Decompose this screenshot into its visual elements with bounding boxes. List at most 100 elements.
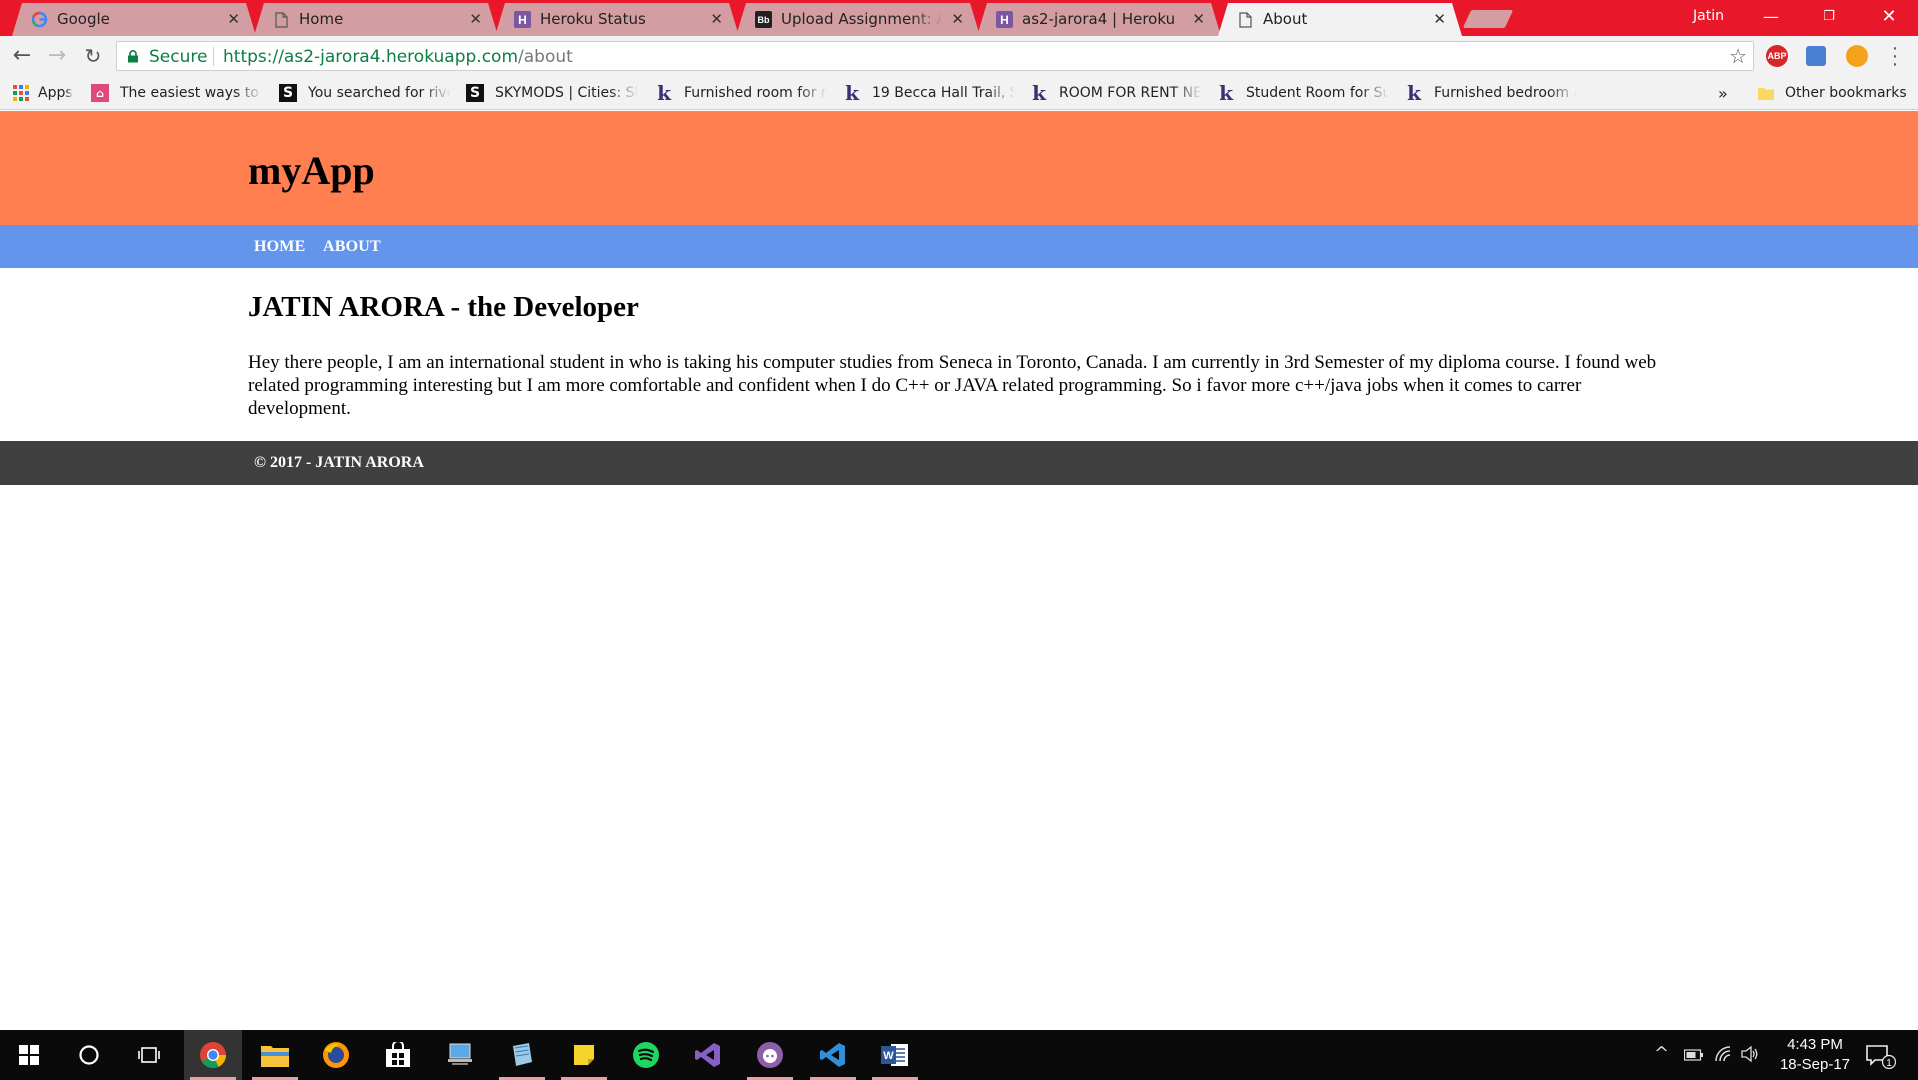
bookmark-item[interactable]: ⌂ The easiest ways to a	[91, 82, 263, 104]
taskbar-clock[interactable]: 4:43 PM 18-Sep-17	[1770, 1035, 1860, 1075]
bookmark-label: Apps	[38, 85, 73, 101]
tab-about[interactable]: About ✕	[1218, 3, 1462, 36]
github-desktop-icon[interactable]	[741, 1030, 799, 1080]
task-view-icon[interactable]	[120, 1030, 178, 1080]
browser-toolbar: ← → ↻ Secure https://as2-jarora4.herokua…	[0, 36, 1918, 76]
browser-titlebar: Google ✕ Home ✕ H Heroku Status ✕ Bb Upl…	[0, 0, 1918, 36]
bookmark-label: Furnished room for re	[684, 85, 827, 101]
kijiji-icon: k	[657, 82, 671, 104]
tab-close-icon[interactable]: ✕	[1433, 10, 1446, 28]
sticky-notes-icon[interactable]	[555, 1030, 613, 1080]
flame-extension-icon[interactable]	[1846, 45, 1868, 67]
forward-arrow-icon[interactable]: →	[44, 44, 70, 70]
nav-link-about[interactable]: ABOUT	[323, 238, 381, 256]
file-explorer-icon[interactable]	[246, 1030, 304, 1080]
adblock-plus-icon[interactable]: ABP	[1766, 45, 1788, 67]
bookmarks-bar: Apps ⌂ The easiest ways to a S You searc…	[0, 76, 1918, 110]
blackboard-icon: Bb	[755, 11, 772, 28]
site-footer: © 2017 - JATIN ARORA	[0, 441, 1918, 485]
bookmark-item[interactable]: k Furnished room for re	[655, 82, 827, 104]
windows-taskbar: W ^ 4:43 PM 18-Sep-17 1	[0, 1030, 1918, 1080]
restore-icon[interactable]: ❐	[1806, 4, 1852, 30]
omnibox-divider	[213, 47, 214, 66]
tab-close-icon[interactable]: ✕	[469, 10, 482, 28]
clock-date: 18-Sep-17	[1779, 1056, 1851, 1073]
bookmark-item[interactable]: k Furnished bedroom a	[1405, 82, 1577, 104]
bookmark-item[interactable]: S You searched for rive	[279, 82, 451, 104]
site-nav: HOME ABOUT	[0, 225, 1918, 268]
heroku-icon: H	[514, 11, 531, 28]
tab-close-icon[interactable]: ✕	[1192, 10, 1205, 28]
visual-studio-icon[interactable]	[679, 1030, 737, 1080]
url-path: /about	[518, 47, 573, 67]
action-center-icon[interactable]: 1	[1866, 1043, 1897, 1070]
tab-title: as2-jarora4 | Heroku	[1022, 10, 1176, 28]
page-icon	[1237, 11, 1254, 28]
kijiji-icon: k	[1032, 82, 1046, 104]
minimize-icon[interactable]: —	[1748, 4, 1794, 30]
new-tab-button[interactable]	[1462, 10, 1514, 28]
apps-grid-icon	[12, 84, 30, 102]
bookmarks-overflow-chevron-icon[interactable]: »	[1718, 82, 1728, 104]
site-title: myApp	[248, 148, 375, 193]
show-hidden-icons-chevron-icon[interactable]: ^	[1654, 1043, 1669, 1064]
bookmark-favicon-icon: ⌂	[91, 84, 109, 102]
bookmark-label: Furnished bedroom a	[1434, 85, 1577, 101]
vscode-icon[interactable]	[804, 1030, 862, 1080]
profile-name[interactable]: Jatin	[1693, 8, 1724, 24]
skymods-icon: S	[279, 84, 297, 102]
tab-close-icon[interactable]: ✕	[710, 10, 723, 28]
battery-icon[interactable]	[1683, 1046, 1704, 1065]
save-extension-icon[interactable]	[1806, 46, 1826, 66]
about-paragraph: Hey there people, I am an international …	[248, 352, 1657, 419]
spotify-icon[interactable]	[617, 1030, 675, 1080]
firefox-icon[interactable]	[307, 1030, 365, 1080]
kijiji-icon: k	[845, 82, 859, 104]
chrome-menu-icon[interactable]: · · ·	[1890, 38, 1900, 74]
tab-heroku-status[interactable]: H Heroku Status ✕	[495, 3, 739, 36]
windows-start-icon[interactable]	[0, 1030, 58, 1080]
bookmark-item[interactable]: k 19 Becca Hall Trail, Si	[843, 82, 1015, 104]
other-bookmarks-label: Other bookmarks	[1785, 85, 1907, 101]
clock-time: 4:43 PM	[1787, 1036, 1843, 1053]
back-arrow-icon[interactable]: ←	[9, 44, 35, 70]
page-heading: JATIN ARORA - the Developer	[248, 291, 639, 323]
chrome-taskbar-icon[interactable]	[184, 1030, 242, 1080]
tab-title: Upload Assignment: Assi	[781, 10, 943, 28]
tab-title: Home	[299, 10, 344, 28]
network-app-icon[interactable]	[431, 1030, 489, 1080]
tab-home[interactable]: Home ✕	[254, 3, 498, 36]
bookmark-label: You searched for rive	[308, 85, 451, 101]
tab-title: Google	[57, 10, 110, 28]
volume-icon[interactable]	[1741, 1045, 1759, 1066]
bookmark-label: Student Room for Sul	[1246, 85, 1389, 101]
nav-link-home[interactable]: HOME	[254, 238, 305, 256]
wifi-icon[interactable]	[1714, 1046, 1732, 1066]
tab-upload-assignment[interactable]: Bb Upload Assignment: Assi ✕	[736, 3, 980, 36]
bookmark-apps[interactable]: Apps	[12, 82, 73, 104]
reload-icon[interactable]: ↻	[80, 44, 106, 70]
url-text[interactable]: https://as2-jarora4.herokuapp.com/about	[223, 47, 573, 67]
tab-heroku-app[interactable]: H as2-jarora4 | Heroku ✕	[977, 3, 1221, 36]
url-host: https://as2-jarora4.herokuapp.com	[223, 47, 519, 67]
bookmark-item[interactable]: k ROOM FOR RENT NE	[1030, 82, 1202, 104]
bookmark-star-icon[interactable]: ☆	[1729, 44, 1747, 69]
word-icon[interactable]: W	[866, 1030, 924, 1080]
tab-title: Heroku Status	[540, 10, 646, 28]
bookmark-item[interactable]: k Student Room for Sul	[1217, 82, 1389, 104]
notepad-icon[interactable]	[493, 1030, 551, 1080]
cortana-search-icon[interactable]	[60, 1030, 118, 1080]
tab-close-icon[interactable]: ✕	[227, 10, 240, 28]
tab-close-icon[interactable]: ✕	[951, 10, 964, 28]
store-icon[interactable]	[369, 1030, 427, 1080]
close-window-icon[interactable]: ✕	[1866, 4, 1912, 30]
footer-copyright: © 2017 - JATIN ARORA	[254, 454, 424, 471]
tab-google[interactable]: Google ✕	[12, 3, 256, 36]
bookmark-item[interactable]: S SKYMODS | Cities: Sky	[466, 82, 638, 104]
kijiji-icon: k	[1407, 82, 1421, 104]
other-bookmarks[interactable]: Other bookmarks	[1757, 82, 1907, 104]
address-bar[interactable]: Secure https://as2-jarora4.herokuapp.com…	[116, 41, 1754, 71]
svg-text:W: W	[883, 1050, 894, 1062]
kijiji-icon: k	[1219, 82, 1233, 104]
page-icon	[273, 11, 290, 28]
